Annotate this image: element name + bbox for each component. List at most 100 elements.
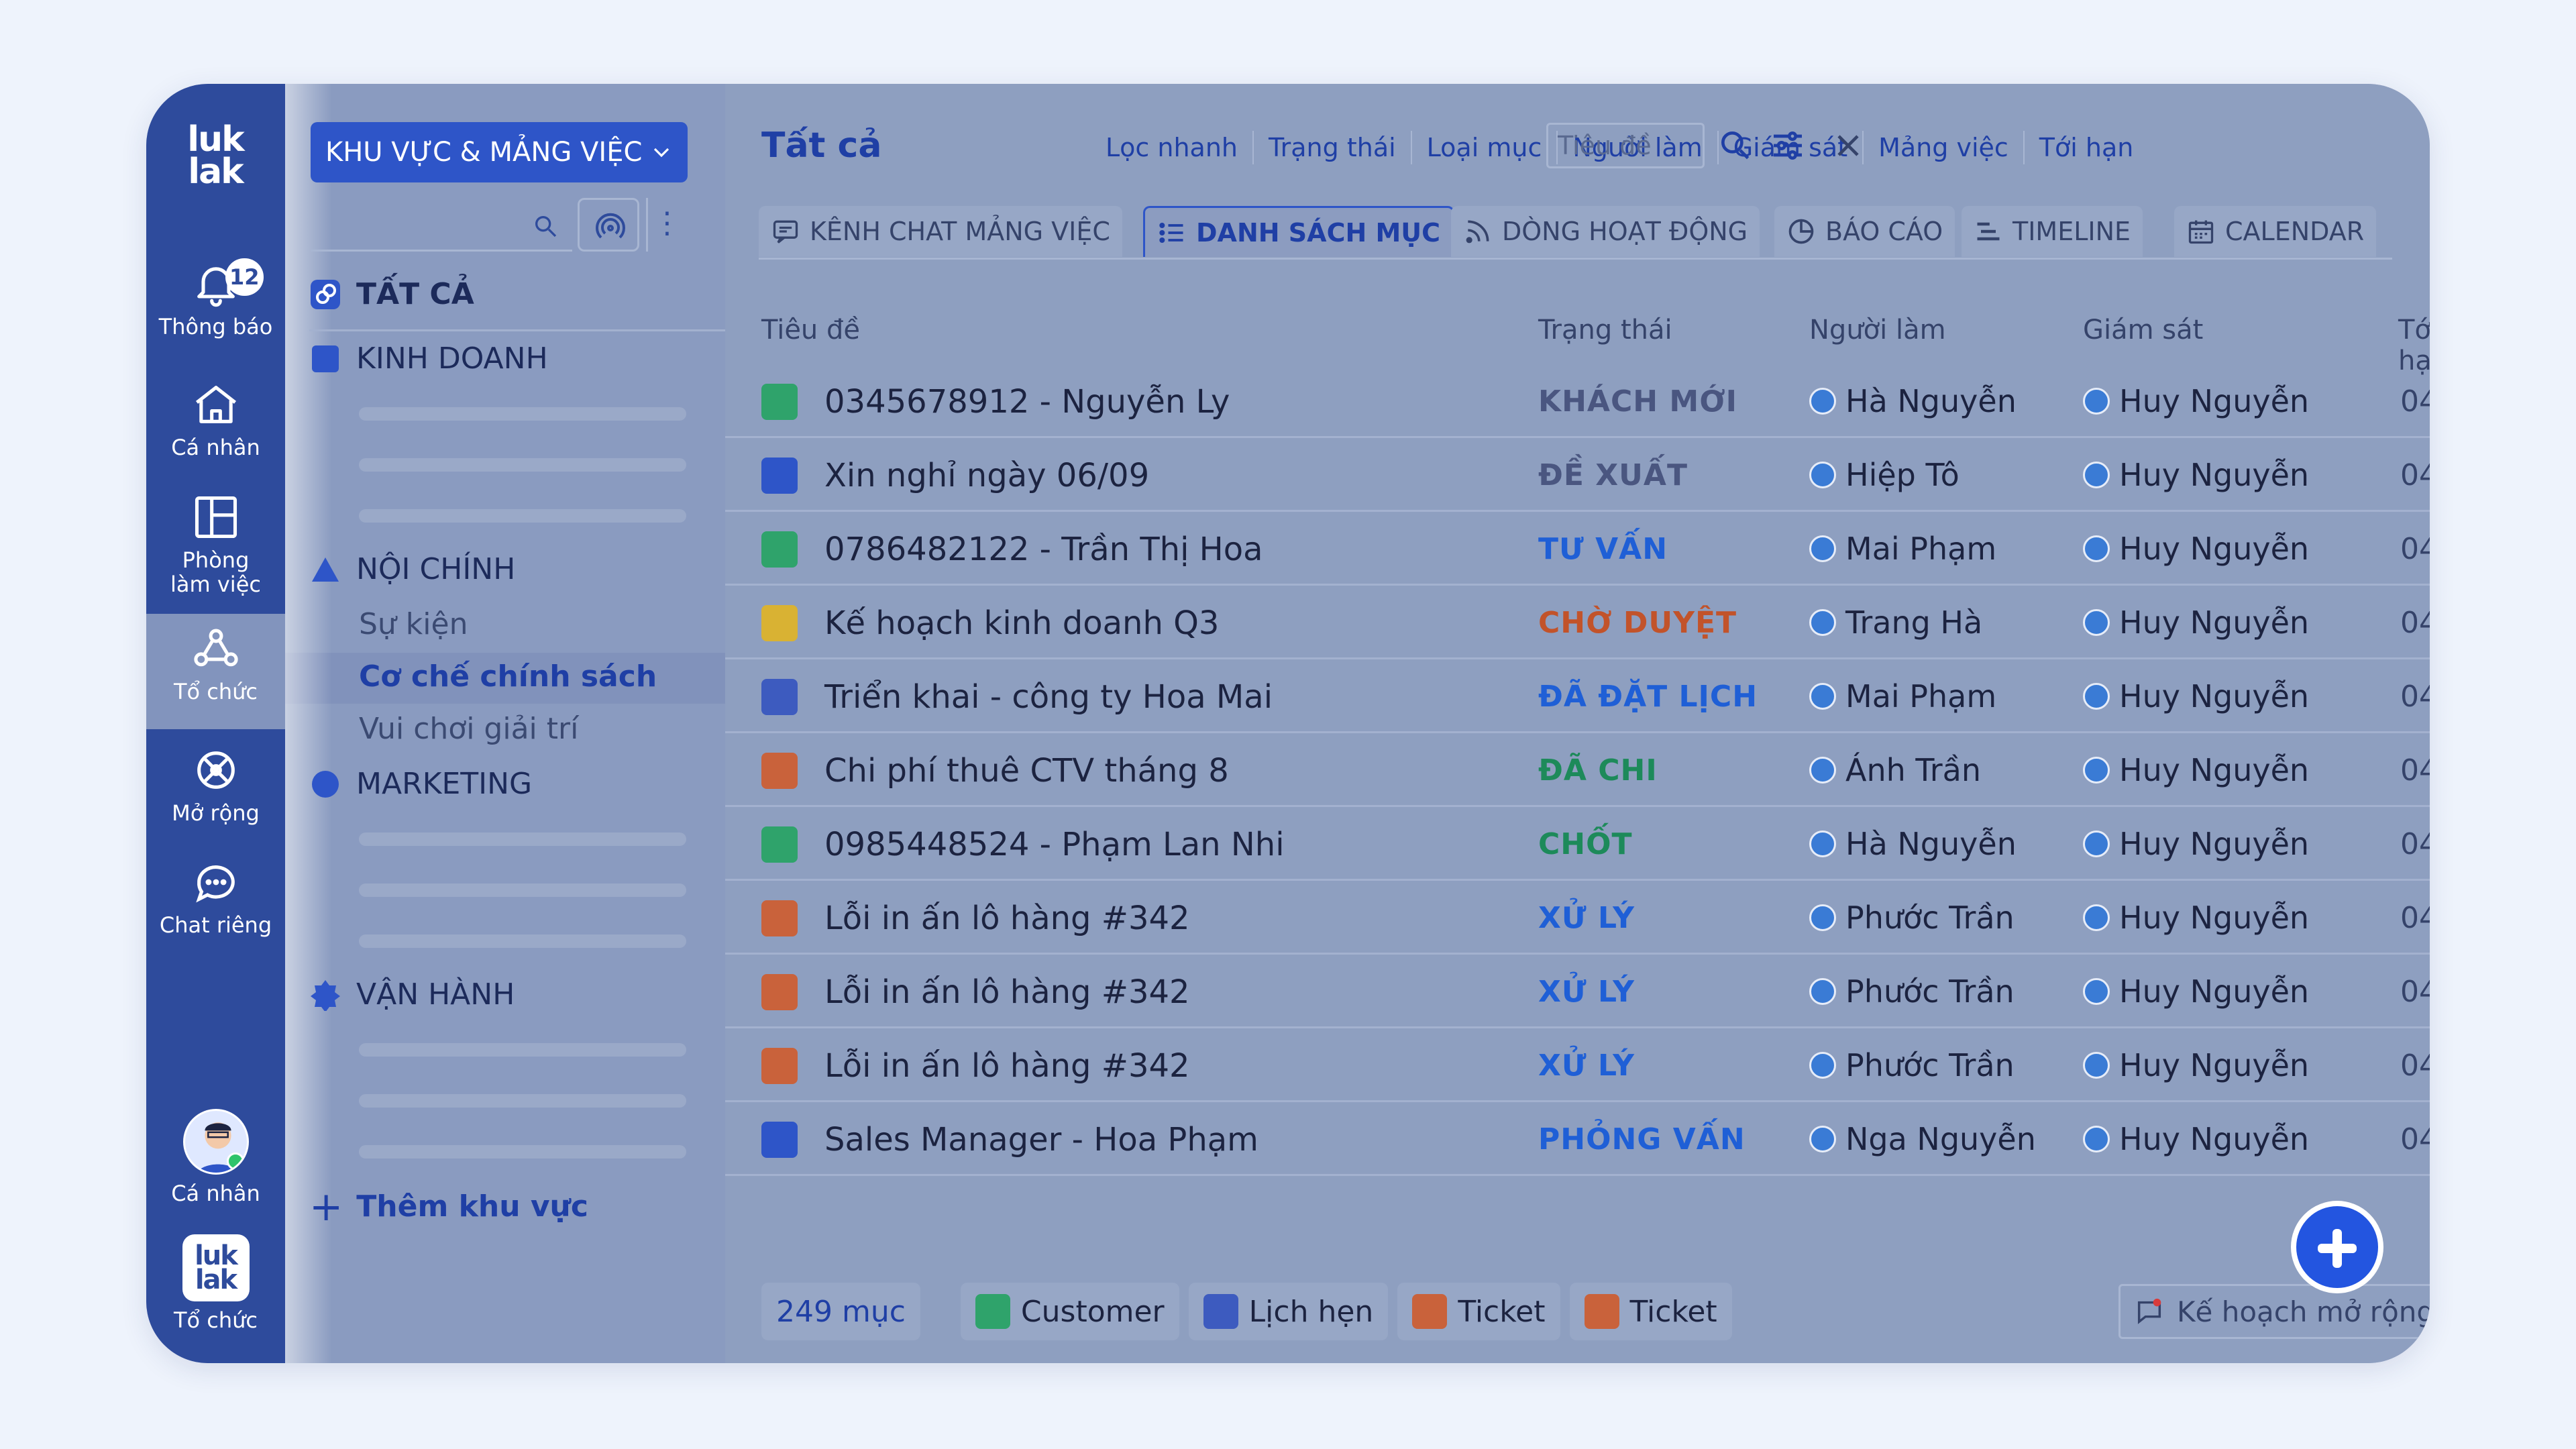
row-assignee[interactable]: Phước Trần [1809,900,2015,936]
row-status[interactable]: ĐÃ CHI [1538,753,1658,788]
row-assignee[interactable]: Hà Nguyễn [1809,826,2017,862]
row-assignee[interactable]: Phước Trần [1809,973,2015,1010]
add-area-button[interactable]: + Thêm khu vực [309,1187,588,1227]
row-assignee[interactable]: Hiệp Tô [1809,457,1960,493]
table-row[interactable]: 0345678912 - Nguyễn Ly KHÁCH MỚI Hà Nguyễn… [725,364,2430,438]
row-title[interactable]: Lỗi in ấn lô hàng #342 [824,900,1190,937]
sub-item-policies[interactable]: Cơ chế chính sách [359,659,657,694]
table-row[interactable]: Kế hoạch kinh doanh Q3 CHỜ DUYỆT Trang Hà H… [725,586,2430,659]
row-status[interactable]: XỬ LÝ [1538,901,1635,935]
group-all[interactable]: TẤT CẢ [309,277,474,311]
row-title[interactable]: Kế hoạch kinh doanh Q3 [824,604,1219,642]
table-row[interactable]: Chi phí thuê CTV tháng 8 ĐÃ CHI Ánh Trần Hu… [725,733,2430,807]
row-status[interactable]: ĐỀ XUẤT [1538,458,1688,492]
row-title[interactable]: Triển khai - công ty Hoa Mai [824,678,1273,716]
sub-item-events[interactable]: Sự kiện [359,607,468,641]
row-supervisor[interactable]: Huy Nguyễn [2083,1047,2309,1083]
tab-calendar[interactable]: CALENDAR [2174,206,2377,257]
group-operations[interactable]: VẬN HÀNH [309,977,515,1012]
row-assignee[interactable]: Mai Phạm [1809,531,1996,567]
column-title[interactable]: Tiêu đề [761,315,860,345]
row-status[interactable]: XỬ LÝ [1538,1049,1635,1083]
row-supervisor[interactable]: Huy Nguyễn [2083,531,2309,567]
column-supervisor[interactable]: Giám sát [2083,315,2203,345]
rail-extensions[interactable]: Mở rộng [146,745,285,825]
luklak-logo[interactable]: luk lak [181,119,250,193]
rail-org-switcher[interactable]: luk lak Tổ chức [146,1234,285,1332]
table-row[interactable]: Sales Manager - Hoa Phạm PHỎNG VẤN Nga Ngu… [725,1102,2430,1176]
row-supervisor[interactable]: Huy Nguyễn [2083,752,2309,788]
expansion-plan-input[interactable]: Kế hoạch mở rộng... [2118,1284,2430,1339]
row-status[interactable]: ĐÃ ĐẶT LỊCH [1538,680,1758,714]
quick-create-appointment[interactable]: Lịch hẹn [1188,1283,1389,1340]
sidebar-search-input[interactable] [311,198,572,252]
row-status[interactable]: XỬ LÝ [1538,975,1635,1009]
group-internal[interactable]: NỘI CHÍNH [309,552,515,586]
group-sales[interactable]: KINH DOANH [309,341,548,376]
row-assignee[interactable]: Phước Trần [1809,1047,2015,1083]
row-title[interactable]: Chi phí thuê CTV tháng 8 [824,752,1229,790]
rail-private-chat[interactable]: Chat riêng [146,857,285,937]
column-status[interactable]: Trạng thái [1538,315,1672,345]
quick-create-ticket[interactable]: Ticket [1397,1283,1560,1340]
row-title[interactable]: 0985448524 - Phạm Lan Nhi [824,826,1285,863]
add-item-fab[interactable] [2291,1201,2383,1293]
row-title[interactable]: 0345678912 - Nguyễn Ly [824,383,1230,421]
tab-reports[interactable]: BÁO CÁO [1774,206,1955,257]
tab-item-list[interactable]: DANH SÁCH MỤC [1143,206,1455,257]
row-assignee[interactable]: Hà Nguyễn [1809,383,2017,419]
close-icon[interactable] [1829,127,1867,164]
column-assignee[interactable]: Người làm [1809,315,1946,345]
row-supervisor[interactable]: Huy Nguyễn [2083,826,2309,862]
row-title[interactable]: 0786482122 - Trần Thị Hoa [824,531,1263,568]
row-status[interactable]: CHỜ DUYỆT [1538,606,1737,640]
row-supervisor[interactable]: Huy Nguyễn [2083,457,2309,493]
rail-personal[interactable]: Cá nhân [146,379,285,460]
row-supervisor[interactable]: Huy Nguyễn [2083,1121,2309,1157]
filter-quick[interactable]: Lọc nhanh [1091,131,1254,164]
row-status[interactable]: KHÁCH MỚI [1538,384,1737,419]
sub-item-entertainment[interactable]: Vui chơi giải trí [359,712,578,746]
row-status[interactable]: CHỐT [1538,827,1633,861]
row-assignee[interactable]: Nga Nguyễn [1809,1121,2036,1157]
row-supervisor[interactable]: Huy Nguyễn [2083,678,2309,714]
table-row[interactable]: Triển khai - công ty Hoa Mai ĐÃ ĐẶT LỊCH M… [725,659,2430,733]
tab-activity[interactable]: DÒNG HOẠT ĐỘNG [1451,206,1760,257]
row-title[interactable]: Xin nghỉ ngày 06/09 [824,457,1149,494]
filter-domain[interactable]: Mảng việc [1864,131,2025,164]
table-row[interactable]: Xin nghỉ ngày 06/09 ĐỀ XUẤT Hiệp Tô Huy Ngu… [725,438,2430,512]
row-assignee[interactable]: Ánh Trần [1809,752,1981,788]
sidebar-feed-button[interactable] [578,198,639,252]
row-assignee[interactable]: Trang Hà [1809,604,1982,641]
row-supervisor[interactable]: Huy Nguyễn [2083,973,2309,1010]
quick-create-customer[interactable]: Customer [960,1283,1179,1340]
tab-chat[interactable]: KÊNH CHAT MẢNG VIỆC [759,206,1122,257]
quick-create-ticket-2[interactable]: Ticket [1569,1283,1732,1340]
sliders-icon[interactable] [1769,127,1807,164]
rail-profile[interactable]: Cá nhân [146,1109,285,1205]
row-status[interactable]: TƯ VẤN [1538,532,1668,566]
rail-workspace[interactable]: Phòng làm việc [146,492,285,596]
table-row[interactable]: Lỗi in ấn lô hàng #342 XỬ LÝ Phước Trần Huy… [725,1028,2430,1102]
tab-timeline[interactable]: TIMELINE [1962,206,2143,257]
search-icon[interactable] [1717,127,1754,164]
row-assignee[interactable]: Mai Phạm [1809,678,1996,714]
table-row[interactable]: 0786482122 - Trần Thị Hoa TƯ VẤN Mai Phạm H… [725,512,2430,586]
filter-due[interactable]: Tới hạn [2025,131,2149,164]
row-title[interactable]: Sales Manager - Hoa Phạm [824,1121,1258,1159]
row-status[interactable]: PHỎNG VẤN [1538,1122,1746,1157]
table-row[interactable]: Lỗi in ấn lô hàng #342 XỬ LÝ Phước Trần Huy… [725,881,2430,955]
row-title[interactable]: Lỗi in ấn lô hàng #342 [824,973,1190,1011]
sidebar-more-icon[interactable]: ⋮ [646,198,686,252]
table-row[interactable]: 0985448524 - Phạm Lan Nhi CHỐT Hà Nguyễn Hu… [725,807,2430,881]
row-title[interactable]: Lỗi in ấn lô hàng #342 [824,1047,1190,1085]
filter-type[interactable]: Loại mục [1412,131,1558,164]
group-marketing[interactable]: MARKETING [309,767,532,801]
area-dropdown[interactable]: KHU VỰC & MẢNG VIỆC [311,122,688,182]
row-supervisor[interactable]: Huy Nguyễn [2083,900,2309,936]
rail-notifications[interactable]: 12 Thông báo [146,258,285,339]
filter-status[interactable]: Trạng thái [1254,131,1412,164]
row-supervisor[interactable]: Huy Nguyễn [2083,383,2309,419]
row-supervisor[interactable]: Huy Nguyễn [2083,604,2309,641]
rail-organization[interactable]: Tổ chức [146,614,285,729]
